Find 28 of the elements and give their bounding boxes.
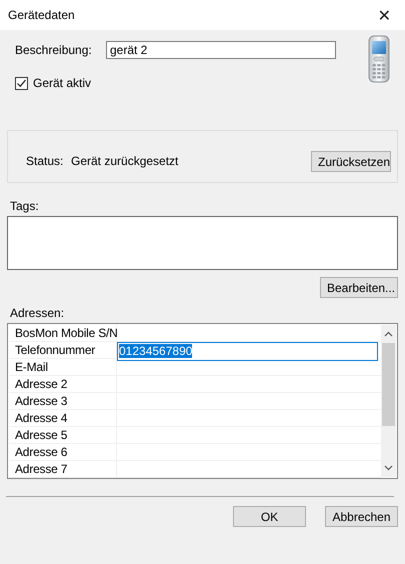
ok-button[interactable]: OK [233,506,306,527]
close-button[interactable]: ✕ [374,6,395,24]
property-edit-field[interactable]: 01234567890 [117,342,378,361]
property-name-cell[interactable]: Adresse 4 [9,410,117,426]
property-name-cell[interactable]: E-Mail [9,359,117,375]
description-field[interactable]: gerät 2 [106,41,336,59]
property-name-cell[interactable]: BosMon Mobile S/N [9,325,117,341]
edit-button[interactable]: Bearbeiten... [320,277,398,298]
addresses-label: Adressen: [9,306,66,320]
active-label: Gerät aktiv [33,76,92,90]
status-value: Gerät zurückgesetzt [71,154,180,170]
scrollbar[interactable] [381,325,396,477]
property-name-cell[interactable]: Adresse 5 [9,427,117,443]
mobile-phone-icon [368,35,390,83]
status-label: Status: [26,154,64,170]
reset-button[interactable]: Zurücksetzen [311,151,391,172]
window-title: Gerätedaten [8,8,75,22]
property-name-cell[interactable]: Adresse 7 [9,461,117,477]
scroll-up-icon[interactable] [384,331,393,337]
property-name-cell[interactable]: Adresse 2 [9,376,117,392]
description-label: Beschreibung: [15,43,93,57]
cancel-button[interactable]: Abbrechen [325,506,398,527]
tags-field[interactable] [7,216,398,270]
scroll-down-icon[interactable] [384,465,393,471]
property-name-cell[interactable]: Adresse 3 [9,393,117,409]
tags-label: Tags: [9,199,40,213]
property-name-cell[interactable]: Adresse 6 [9,444,117,460]
active-checkbox[interactable] [15,76,28,90]
